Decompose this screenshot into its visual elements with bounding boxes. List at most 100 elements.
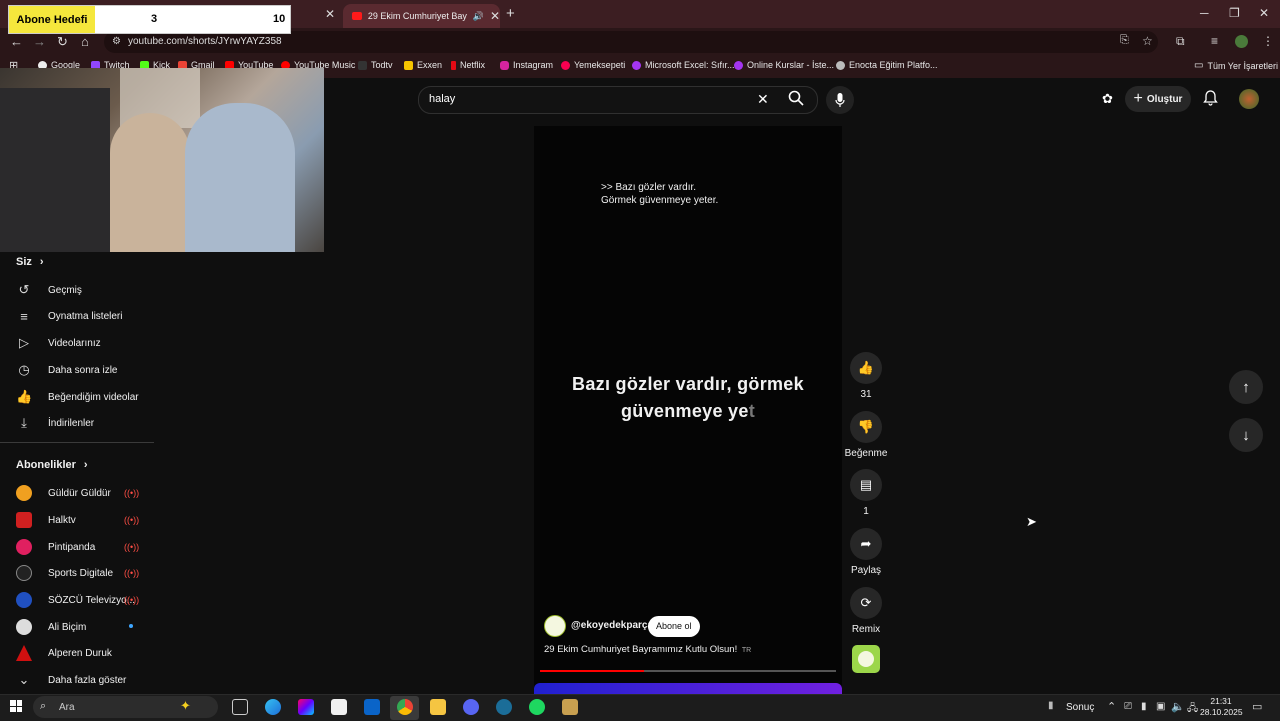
copilot-icon[interactable]	[298, 699, 314, 715]
share-icon[interactable]: ➦	[850, 528, 882, 560]
sidebar-item-history[interactable]: ↺ Geçmiş	[16, 282, 82, 298]
site-info-icon[interactable]: ⚙	[112, 36, 121, 47]
remix-action[interactable]: ⟳ Remix	[850, 587, 882, 635]
thumbs-up-icon[interactable]: 👍	[850, 352, 882, 384]
bookmark-instagram[interactable]: Instagram	[500, 60, 553, 70]
like-action[interactable]: 👍 31	[850, 352, 882, 400]
clock[interactable]: 21:31 28.10.2025	[1200, 696, 1243, 718]
like-count: 31	[860, 389, 872, 400]
subscription-item[interactable]: Pintipanda	[16, 539, 95, 555]
restore-icon[interactable]: ❐	[1229, 6, 1240, 20]
active-tab[interactable]: 29 Ekim Cumhuriyet Bayramı 🔊 ✕	[343, 4, 500, 28]
subscribe-button[interactable]: Abone ol	[648, 616, 700, 637]
spotify-icon[interactable]	[529, 699, 545, 715]
all-bookmarks[interactable]: ▭ Tüm Yer İşaretleri	[1194, 60, 1278, 71]
notification-center-icon[interactable]: ▭	[1252, 700, 1262, 713]
dislike-action[interactable]: 👎 Beğenme	[845, 411, 887, 459]
create-button[interactable]: + Oluştur	[1125, 86, 1191, 112]
new-tab-icon[interactable]: +	[506, 5, 515, 22]
tab-close-icon[interactable]: ✕	[490, 9, 500, 23]
sidebar-item-your-videos[interactable]: ▷ Videolarınız	[16, 335, 101, 351]
subscription-item[interactable]: Ali Biçim	[16, 619, 86, 635]
bookmark-yemeksepeti[interactable]: Yemeksepeti	[561, 60, 625, 70]
comments-action[interactable]: ▤ 1	[850, 469, 882, 517]
chrome-icon[interactable]	[397, 699, 413, 715]
short-title[interactable]: 29 Ekim Cumhuriyet Bayramımız Kutlu Olsu…	[544, 644, 751, 655]
studio-gear-icon[interactable]: ✿	[1102, 91, 1113, 107]
bookmark-online-courses[interactable]: Online Kurslar - İste...	[734, 60, 834, 70]
microphone-icon[interactable]	[826, 86, 854, 114]
reading-list-icon[interactable]: ≡	[1211, 34, 1218, 48]
discord-icon[interactable]	[463, 699, 479, 715]
extensions-icon[interactable]: ⧉	[1176, 34, 1185, 49]
forward-icon[interactable]: →	[33, 34, 46, 49]
minimize-icon[interactable]: ─	[1200, 6, 1209, 20]
channel-handle[interactable]: @ekoyedekparça	[571, 620, 653, 631]
globe-icon	[836, 60, 845, 70]
create-label: Oluştur	[1146, 93, 1183, 105]
camera-tray-icon[interactable]: ▣	[1156, 701, 1165, 712]
volume-icon[interactable]: 🔈	[1171, 700, 1185, 713]
subscriber-goal-widget: Abone Hedefi 3 10	[8, 5, 291, 34]
subscription-item[interactable]: Alperen Duruk	[16, 645, 112, 661]
sidebar-item-watch-later[interactable]: ◷ Daha sonra izle	[16, 362, 117, 378]
tray-app-icon[interactable]: ⎚	[1124, 701, 1132, 712]
edge-icon[interactable]	[265, 699, 281, 715]
live-indicator-icon: ((•))	[124, 542, 140, 552]
next-short-arrow-down-icon[interactable]: ↓	[1229, 418, 1263, 452]
sidebar-item-liked-videos[interactable]: 👍 Beğendiğim videolar	[16, 389, 139, 405]
goal-label: Abone Hedefi	[9, 6, 95, 33]
channel-avatar[interactable]	[544, 615, 566, 637]
search-input[interactable]: halay	[429, 93, 455, 105]
inactive-tab-close-icon[interactable]: ✕	[325, 7, 335, 21]
profile-avatar[interactable]	[1235, 35, 1248, 48]
bookmark-star-icon[interactable]: ☆	[1142, 34, 1153, 48]
show-more-button[interactable]: ⌄ Daha fazla göster	[16, 672, 127, 688]
sidebar-subscriptions-header[interactable]: Abonelikler ›	[16, 459, 88, 471]
sidebar-you-header[interactable]: Siz ›	[16, 256, 44, 268]
share-action[interactable]: ➦ Paylaş	[850, 528, 882, 576]
search-icon[interactable]	[788, 90, 804, 109]
subscription-item[interactable]: Güldür Güldür	[16, 485, 140, 501]
comment-icon[interactable]: ▤	[850, 469, 882, 501]
weather-text[interactable]: Sonuç	[1066, 702, 1094, 713]
bookmark-excel-course[interactable]: Microsoft Excel: Sıfır...	[632, 60, 735, 70]
weather-icon[interactable]: ▮	[1048, 700, 1054, 711]
speaker-icon[interactable]: 🔊	[473, 11, 484, 22]
udemy-icon	[632, 60, 641, 70]
home-icon[interactable]: ⌂	[81, 34, 89, 49]
menu-icon[interactable]: ⋮	[1262, 34, 1274, 48]
sidebar-item-downloads[interactable]: ⤓ İndirilenler	[16, 415, 94, 431]
bookmark-netflix[interactable]: Netflix	[451, 60, 485, 70]
reload-icon[interactable]: ↻	[57, 34, 68, 50]
tray-chevron-up-icon[interactable]: ⌃	[1107, 700, 1116, 713]
bookmark-enocta[interactable]: Enocta Eğitim Platfo...	[836, 60, 938, 70]
league-client-icon[interactable]	[562, 699, 578, 715]
bookmark-exxen[interactable]: Exxen	[404, 60, 442, 70]
close-window-icon[interactable]: ✕	[1259, 6, 1269, 20]
microphone-tray-icon[interactable]: ▮	[1141, 701, 1147, 712]
audio-thumbnail[interactable]	[852, 645, 880, 673]
sidebar-item-playlists[interactable]: ≡ Oynatma listeleri	[16, 309, 122, 324]
search-highlight-icon: ✦	[180, 698, 191, 713]
network-icon[interactable]: 🖧	[1187, 701, 1198, 718]
store-icon[interactable]	[331, 699, 347, 715]
sidebar-divider	[0, 442, 154, 443]
windows-start-icon[interactable]	[10, 700, 22, 712]
subscription-item[interactable]: SÖZCÜ Televizyo...	[16, 592, 135, 608]
notifications-bell-icon[interactable]	[1203, 90, 1218, 109]
subscription-item[interactable]: Sports Digitale	[16, 565, 113, 581]
subscription-item[interactable]: Halktv	[16, 512, 76, 528]
file-explorer-icon[interactable]	[430, 699, 446, 715]
bookmark-todtv[interactable]: Todtv	[358, 60, 393, 70]
task-view-icon[interactable]	[232, 699, 248, 715]
back-icon[interactable]: ←	[10, 34, 23, 49]
clear-search-icon[interactable]: ✕	[757, 91, 769, 108]
outlook-icon[interactable]	[364, 699, 380, 715]
install-app-icon[interactable]: ⎘	[1120, 34, 1129, 47]
remix-icon[interactable]: ⟳	[850, 587, 882, 619]
account-avatar[interactable]	[1239, 89, 1259, 109]
previous-short-arrow-up-icon[interactable]: ↑	[1229, 370, 1263, 404]
thumbs-down-icon[interactable]: 👎	[850, 411, 882, 443]
steam-icon[interactable]	[496, 699, 512, 715]
